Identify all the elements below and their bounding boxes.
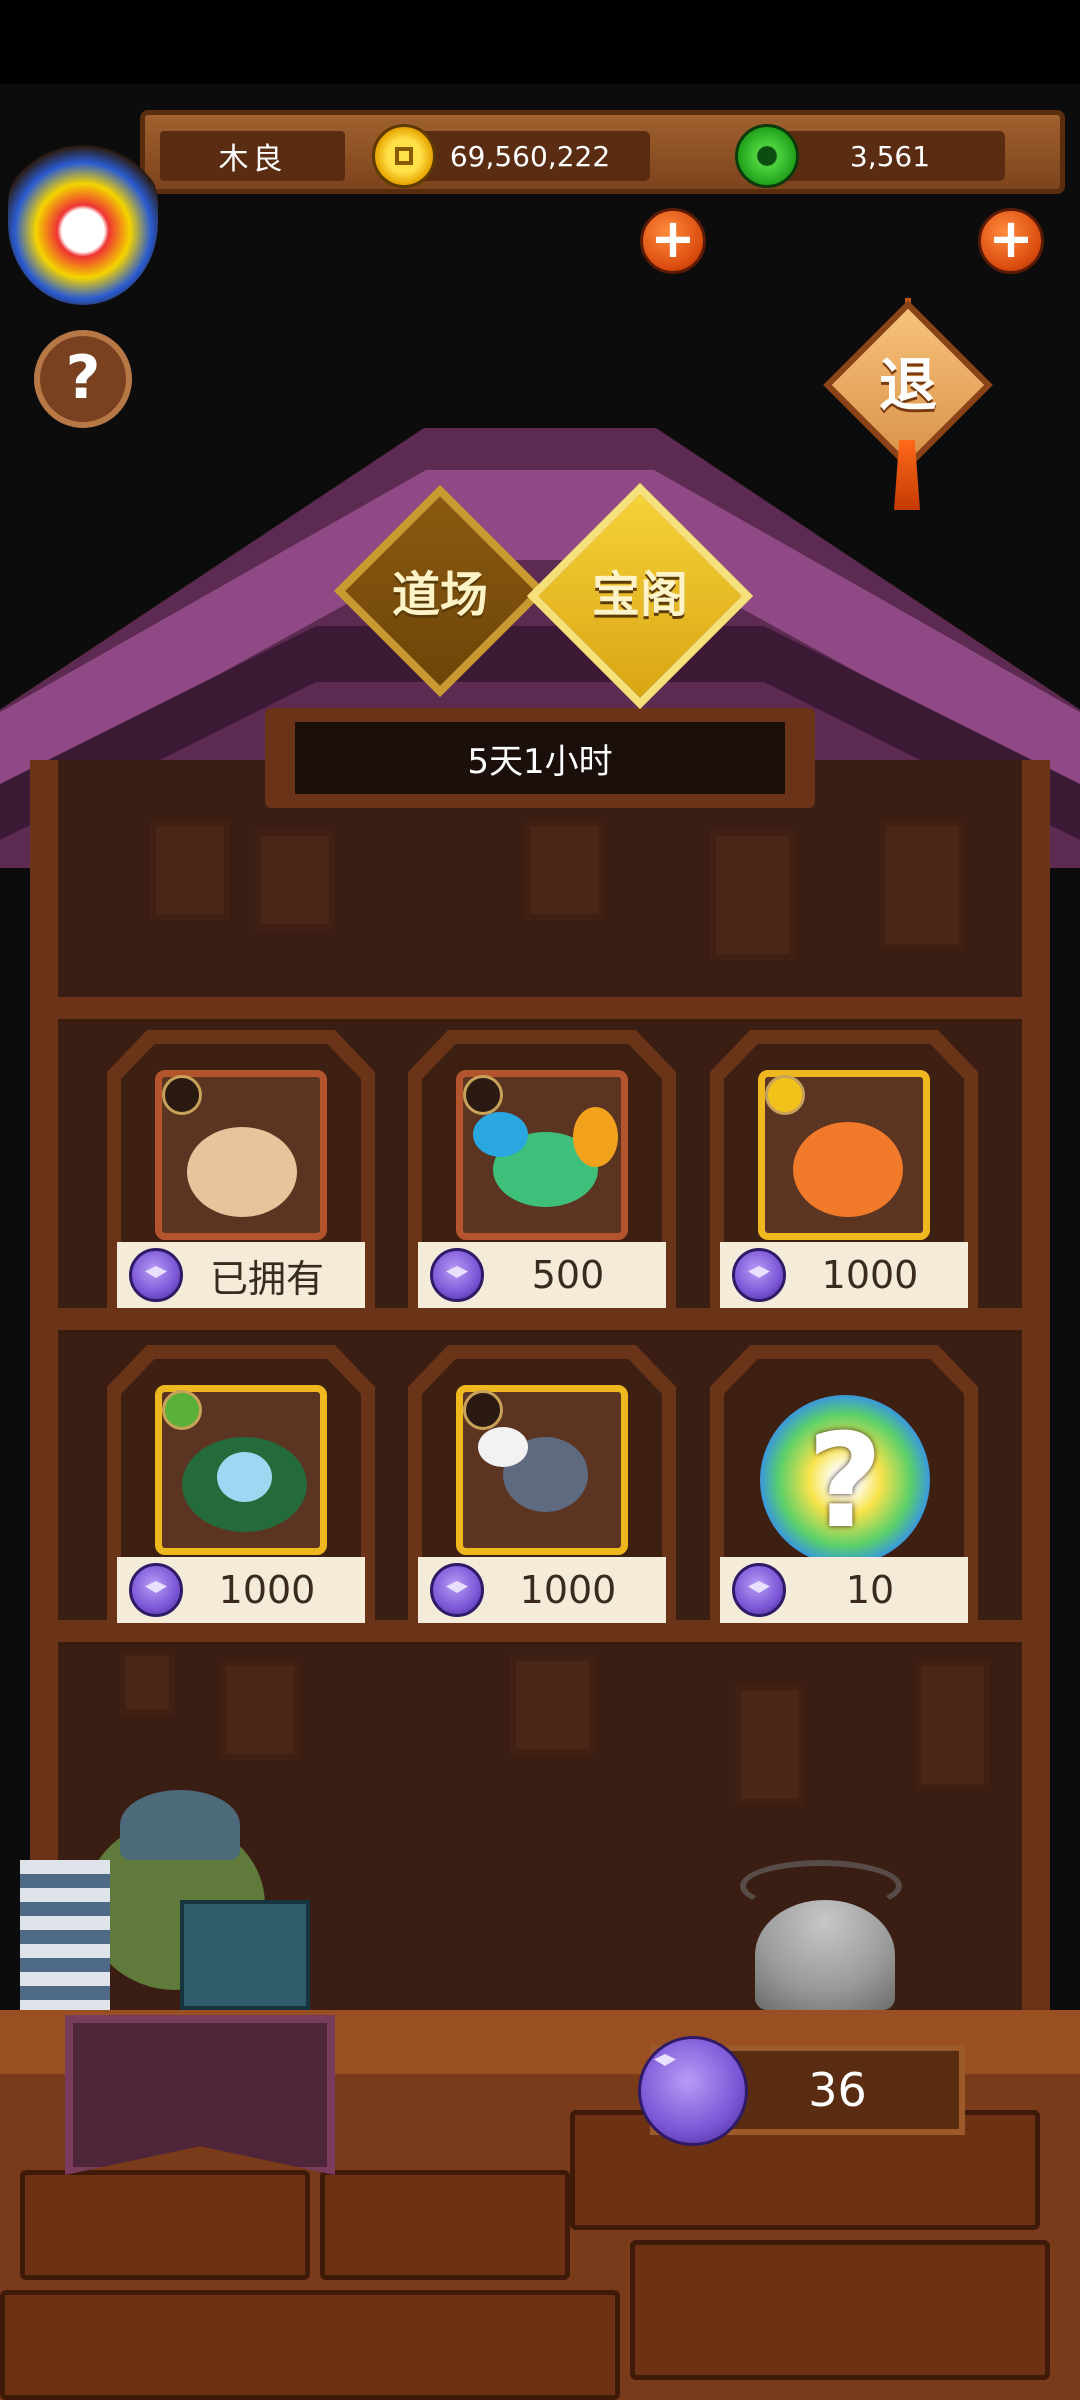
sun-icon (765, 1075, 805, 1115)
tab-dojo-label: 道场 (391, 567, 488, 623)
wall-note (880, 820, 965, 950)
price-bar: 1000 (720, 1242, 968, 1308)
gem-icon (638, 2036, 748, 2146)
gem-count: 36 (808, 2063, 867, 2117)
question-mark-icon: ? (807, 1405, 883, 1557)
wall-note (735, 1685, 805, 1805)
add-coins-button[interactable]: + (640, 208, 706, 274)
help-button[interactable]: ? (34, 330, 132, 428)
wall-note (220, 1660, 300, 1760)
player-avatar[interactable] (8, 140, 158, 305)
brick (630, 2240, 1050, 2380)
item-price: 10 (845, 1568, 895, 1612)
price-bar: 500 (418, 1242, 666, 1308)
shelf-board (58, 1308, 1022, 1330)
earth-icon (162, 1075, 202, 1115)
gem-icon (732, 1563, 786, 1617)
crystal-orb (217, 1452, 272, 1502)
earth-icon (463, 1390, 503, 1430)
fox-creature (793, 1122, 903, 1217)
wing (478, 1427, 528, 1467)
jade-count: 3,561 (775, 131, 1005, 181)
gem-icon (430, 1248, 484, 1302)
wing (573, 1107, 618, 1167)
shop-item[interactable]: 1000 (710, 1030, 978, 1310)
gem-icon (732, 1248, 786, 1302)
shopkeeper-hat (120, 1790, 240, 1860)
wall-note (510, 1655, 595, 1755)
item-price: 1000 (519, 1568, 617, 1612)
wall-note (915, 1660, 990, 1790)
moon-icon (463, 1075, 503, 1115)
shop-item[interactable]: ? 10 (710, 1345, 978, 1625)
jade-icon (735, 124, 799, 188)
wing (473, 1112, 528, 1157)
add-jade-button[interactable]: + (978, 208, 1044, 274)
player-name: 木良 (160, 131, 345, 181)
price-bar: 1000 (117, 1557, 365, 1623)
shop-item[interactable]: 500 (408, 1030, 676, 1310)
price-bar: 10 (720, 1557, 968, 1623)
coin-icon (372, 124, 436, 188)
coin-count: 69,560,222 (410, 131, 650, 181)
status-bar (0, 0, 1080, 84)
shop-item[interactable]: 1000 (408, 1345, 676, 1625)
price-bar: 1000 (418, 1557, 666, 1623)
wall-note (150, 820, 230, 920)
brick (320, 2170, 570, 2280)
open-book (180, 1900, 310, 2010)
price-bar: 已拥有 (117, 1242, 365, 1308)
brick (20, 2170, 310, 2280)
tab-treasure-label: 宝阁 (591, 567, 688, 623)
exit-label: 退 (878, 351, 937, 419)
item-price: 500 (531, 1253, 605, 1297)
gem-icon (129, 1563, 183, 1617)
wall-note (255, 830, 335, 930)
gem-icon (430, 1563, 484, 1617)
item-price: 1000 (218, 1568, 316, 1612)
shop-item[interactable]: 1000 (107, 1345, 375, 1625)
shelf-board (58, 997, 1022, 1019)
incense-burner (755, 1900, 895, 2010)
refresh-timer: 5天1小时 (295, 722, 785, 794)
wall-note (120, 1650, 175, 1715)
wall-note (525, 820, 605, 920)
wall-note (710, 830, 795, 960)
book-stack (20, 1860, 110, 2010)
item-price: 已拥有 (209, 1256, 324, 1301)
brick (0, 2290, 620, 2400)
item-price: 1000 (821, 1253, 919, 1297)
leaf-icon (162, 1390, 202, 1430)
gem-icon (129, 1248, 183, 1302)
mouse-creature (187, 1127, 297, 1217)
shop-item[interactable]: 已拥有 (107, 1030, 375, 1310)
